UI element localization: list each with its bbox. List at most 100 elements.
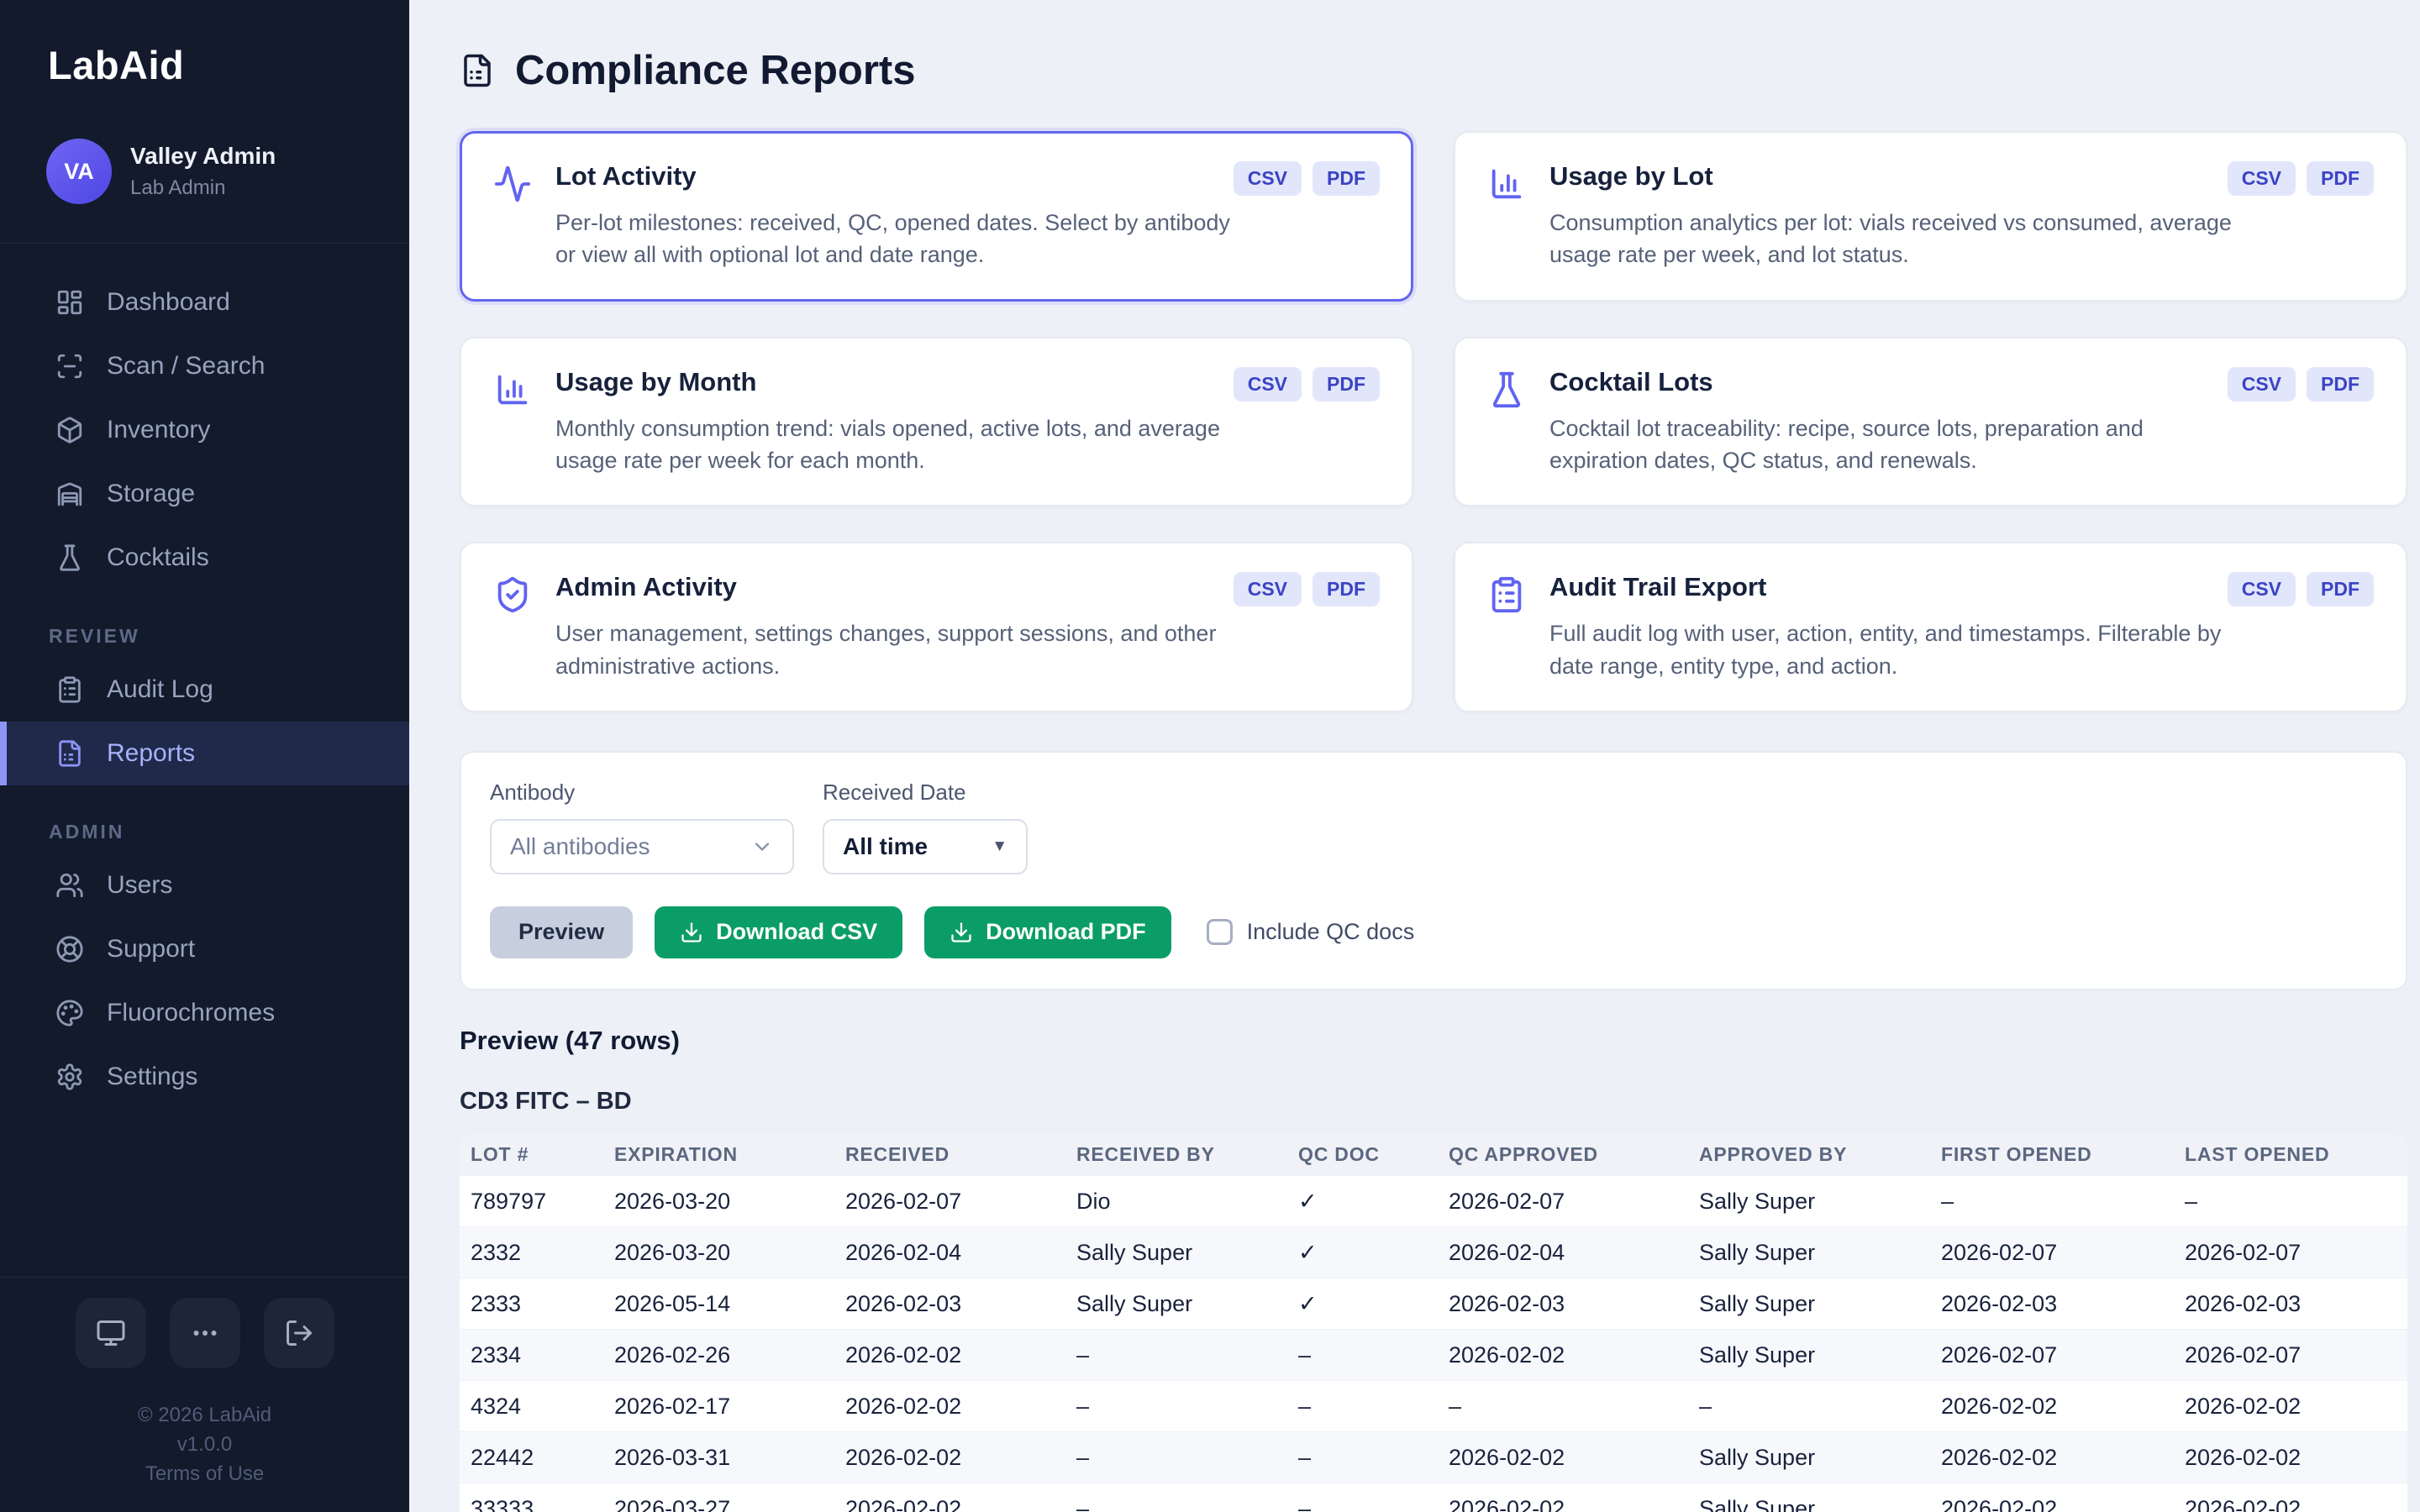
table-cell: 2026-02-02 bbox=[1930, 1483, 2174, 1512]
preview-button[interactable]: Preview bbox=[490, 906, 633, 958]
antibody-select-value: All antibodies bbox=[510, 833, 650, 860]
page-title-text: Compliance Reports bbox=[515, 47, 915, 94]
table-row: 23332026-05-142026-02-03Sally Super✓2026… bbox=[460, 1278, 2407, 1330]
received-date-select-value: All time bbox=[843, 833, 928, 860]
table-cell: 2026-02-07 bbox=[2174, 1227, 2407, 1278]
shield-check-icon bbox=[493, 575, 532, 682]
card-title: Usage by Month bbox=[555, 367, 756, 397]
report-card-cocktail-lots[interactable]: Cocktail Lots CSVPDF Cocktail lot tracea… bbox=[1454, 337, 2407, 507]
user-name: Valley Admin bbox=[130, 143, 276, 170]
antibody-group-title: CD3 FITC – BD bbox=[460, 1088, 2407, 1116]
pdf-badge: PDF bbox=[2307, 572, 2374, 606]
csv-badge: CSV bbox=[1234, 161, 1302, 196]
table-cell: Dio bbox=[1065, 1176, 1287, 1227]
sidebar-divider bbox=[0, 243, 409, 244]
column-header: LOT # bbox=[460, 1134, 603, 1176]
include-qc-docs-checkbox[interactable] bbox=[1207, 919, 1233, 945]
terms-link[interactable]: Terms of Use bbox=[0, 1459, 409, 1488]
received-date-filter: Received Date All time ▼ bbox=[823, 780, 1028, 874]
table-row: 43242026-02-172026-02-02––––2026-02-0220… bbox=[460, 1381, 2407, 1432]
sidebar-item-dashboard[interactable]: Dashboard bbox=[0, 270, 409, 334]
antibody-select[interactable]: All antibodies bbox=[490, 819, 794, 874]
user-profile: VA Valley Admin Lab Admin bbox=[0, 88, 409, 204]
monitor-icon bbox=[96, 1318, 126, 1348]
table-cell: 2026-02-02 bbox=[834, 1381, 1065, 1432]
sidebar-item-reports[interactable]: Reports bbox=[0, 722, 409, 785]
more-options-button[interactable] bbox=[170, 1298, 240, 1368]
sidebar-item-settings[interactable]: Settings bbox=[0, 1045, 409, 1109]
csv-badge: CSV bbox=[2228, 572, 2296, 606]
column-header: RECEIVED bbox=[834, 1134, 1065, 1176]
sidebar-bottom: © 2026 LabAid v1.0.0 Terms of Use bbox=[0, 1277, 409, 1512]
table-cell: Sally Super bbox=[1688, 1278, 1930, 1330]
card-title: Admin Activity bbox=[555, 572, 737, 602]
sidebar-item-label: Storage bbox=[107, 480, 195, 508]
table-cell: 2026-02-02 bbox=[1438, 1432, 1688, 1483]
table-cell: 2026-02-26 bbox=[603, 1330, 834, 1381]
logout-icon bbox=[284, 1318, 314, 1348]
card-description: Cocktail lot traceability: recipe, sourc… bbox=[1549, 412, 2238, 477]
users-icon bbox=[55, 871, 84, 900]
download-pdf-label: Download PDF bbox=[986, 919, 1146, 945]
table-cell: 2026-02-03 bbox=[2174, 1278, 2407, 1330]
report-card-admin-activity[interactable]: Admin Activity CSVPDF User management, s… bbox=[460, 542, 1413, 712]
download-pdf-button[interactable]: Download PDF bbox=[924, 906, 1171, 958]
antibody-filter: Antibody All antibodies bbox=[490, 780, 794, 874]
table-cell: Sally Super bbox=[1688, 1227, 1930, 1278]
download-csv-button[interactable]: Download CSV bbox=[655, 906, 902, 958]
chevron-down-icon bbox=[750, 835, 774, 858]
column-header: FIRST OPENED bbox=[1930, 1134, 2174, 1176]
card-title: Cocktail Lots bbox=[1549, 367, 1713, 397]
table-cell: 4324 bbox=[460, 1381, 603, 1432]
report-card-usage-by-month[interactable]: Usage by Month CSVPDF Monthly consumptio… bbox=[460, 337, 1413, 507]
table-cell: 2334 bbox=[460, 1330, 603, 1381]
antibody-label: Antibody bbox=[490, 780, 794, 806]
bar-chart-icon bbox=[1487, 165, 1526, 271]
sidebar-item-storage[interactable]: Storage bbox=[0, 462, 409, 526]
table-cell: Sally Super bbox=[1688, 1432, 1930, 1483]
sidebar-item-label: Scan / Search bbox=[107, 352, 265, 381]
table-cell: 2026-02-02 bbox=[1438, 1330, 1688, 1381]
table-cell: – bbox=[1287, 1432, 1438, 1483]
table-cell: 2026-02-07 bbox=[1438, 1176, 1688, 1227]
report-card-usage-by-lot[interactable]: Usage by Lot CSVPDF Consumption analytic… bbox=[1454, 131, 2407, 302]
sidebar-item-scan-search[interactable]: Scan / Search bbox=[0, 334, 409, 398]
received-date-select[interactable]: All time ▼ bbox=[823, 819, 1028, 874]
table-row: 333332026-03-272026-02-02––2026-02-02Sal… bbox=[460, 1483, 2407, 1512]
sidebar: LabAid VA Valley Admin Lab Admin Dashboa… bbox=[0, 0, 409, 1512]
report-cards: Lot Activity CSVPDF Per-lot milestones: … bbox=[460, 131, 2407, 712]
sidebar-item-label: Settings bbox=[107, 1063, 197, 1091]
table-cell: – bbox=[1287, 1330, 1438, 1381]
csv-badge: CSV bbox=[2228, 161, 2296, 196]
column-header: QC APPROVED bbox=[1438, 1134, 1688, 1176]
table-cell: 2026-02-02 bbox=[1438, 1483, 1688, 1512]
sidebar-item-audit-log[interactable]: Audit Log bbox=[0, 658, 409, 722]
app-logo: LabAid bbox=[0, 0, 409, 88]
sidebar-item-support[interactable]: Support bbox=[0, 917, 409, 981]
display-mode-button[interactable] bbox=[76, 1298, 146, 1368]
card-title: Lot Activity bbox=[555, 161, 697, 192]
report-card-lot-activity[interactable]: Lot Activity CSVPDF Per-lot milestones: … bbox=[460, 131, 1413, 302]
sidebar-item-cocktails[interactable]: Cocktails bbox=[0, 526, 409, 590]
sidebar-item-users[interactable]: Users bbox=[0, 853, 409, 917]
table-header-row: LOT # EXPIRATION RECEIVED RECEIVED BY QC… bbox=[460, 1134, 2407, 1176]
sidebar-item-inventory[interactable]: Inventory bbox=[0, 398, 409, 462]
include-qc-docs-option[interactable]: Include QC docs bbox=[1207, 919, 1415, 945]
main-content: Compliance Reports Lot Activity CSVPDF P… bbox=[409, 0, 2420, 1512]
table-cell: – bbox=[1065, 1432, 1287, 1483]
sidebar-item-label: Support bbox=[107, 935, 195, 963]
table-cell: Sally Super bbox=[1065, 1227, 1287, 1278]
user-role: Lab Admin bbox=[130, 176, 276, 200]
report-card-audit-trail-export[interactable]: Audit Trail Export CSVPDF Full audit log… bbox=[1454, 542, 2407, 712]
table-cell: 2026-03-20 bbox=[603, 1227, 834, 1278]
table-cell: 2026-02-02 bbox=[834, 1483, 1065, 1512]
table-cell: 2026-02-02 bbox=[1930, 1432, 2174, 1483]
sidebar-item-fluorochromes[interactable]: Fluorochromes bbox=[0, 981, 409, 1045]
csv-badge: CSV bbox=[1234, 572, 1302, 606]
table-cell: 2026-03-27 bbox=[603, 1483, 834, 1512]
file-text-icon bbox=[460, 53, 495, 88]
logout-button[interactable] bbox=[264, 1298, 334, 1368]
column-header: QC DOC bbox=[1287, 1134, 1438, 1176]
sidebar-tools bbox=[0, 1298, 409, 1368]
download-icon bbox=[680, 921, 703, 944]
